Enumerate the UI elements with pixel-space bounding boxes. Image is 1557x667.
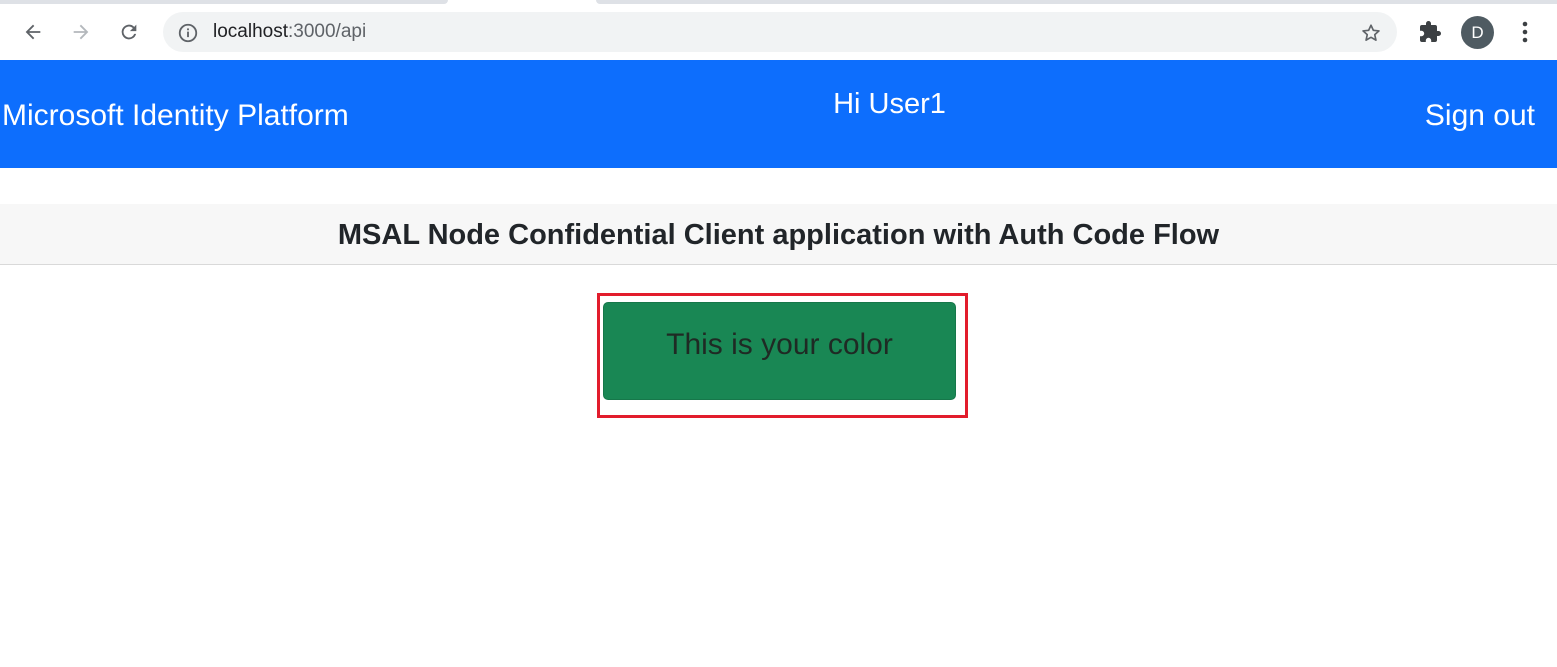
profile-avatar[interactable]: D: [1461, 16, 1494, 49]
forward-button[interactable]: [65, 16, 97, 48]
url-host: localhost: [213, 21, 288, 42]
browser-window: localhost:3000/api D Microsoft Identity …: [0, 0, 1557, 667]
browser-tab[interactable]: [596, 0, 1557, 4]
reload-icon: [121, 24, 137, 40]
navbar-brand[interactable]: Microsoft Identity Platform: [2, 98, 349, 134]
more-vertical-icon[interactable]: [1512, 18, 1538, 46]
color-result-box: This is your color: [603, 302, 956, 400]
url-path: :3000/api: [288, 21, 367, 42]
browser-tab[interactable]: [0, 0, 448, 4]
user-greeting: Hi User1: [833, 88, 946, 120]
color-result-text: This is your color: [666, 328, 893, 361]
sign-out-link[interactable]: Sign out: [1425, 98, 1535, 134]
bookmark-star-icon[interactable]: [1359, 21, 1383, 45]
card-header: MSAL Node Confidential Client applicatio…: [0, 204, 1557, 265]
url-text[interactable]: localhost:3000/api: [213, 12, 366, 52]
reload-button[interactable]: [113, 16, 145, 48]
browser-toolbar: localhost:3000/api D: [0, 6, 1557, 60]
address-bar[interactable]: localhost:3000/api: [163, 12, 1397, 52]
page-title: MSAL Node Confidential Client applicatio…: [337, 219, 1220, 251]
extensions-puzzle-icon[interactable]: [1416, 18, 1444, 46]
arrow-right-icon: [73, 24, 89, 40]
arrow-left-icon: [25, 24, 41, 40]
app-navbar: Microsoft Identity Platform Hi User1 Sig…: [0, 60, 1557, 168]
back-button[interactable]: [17, 16, 49, 48]
info-icon[interactable]: [177, 22, 199, 44]
